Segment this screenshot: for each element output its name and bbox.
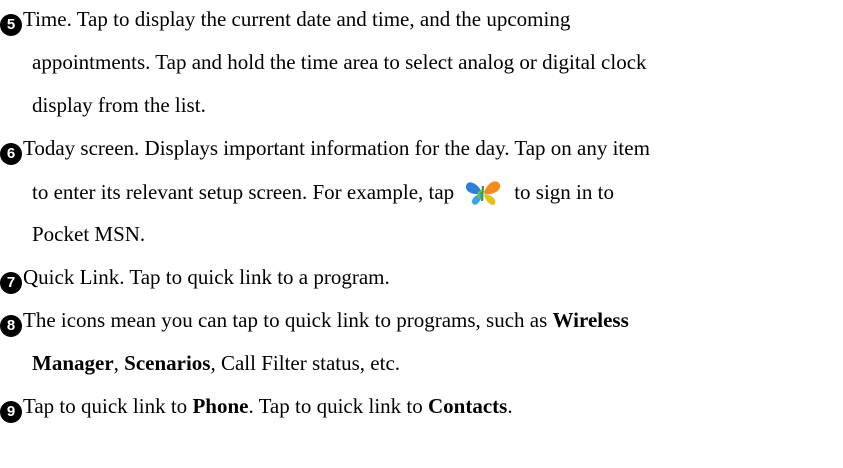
item-number-badge: 7 [0, 272, 22, 294]
item-6-line-3: Pocket MSN. [32, 220, 145, 248]
item-5-text-3: display from the list. [32, 93, 206, 117]
item-8-bold-scenarios: Scenarios [124, 351, 211, 375]
item-8-bold-wireless: Wireless [552, 308, 629, 332]
item-9-bold-phone: Phone [192, 394, 249, 418]
item-8-line-2: Manager, Scenarios, Call Filter status, … [32, 349, 400, 377]
item-8-text-1: The icons mean you can tap to quick link… [23, 308, 553, 332]
item-number-badge: 8 [0, 315, 22, 337]
item-6-text-3: Pocket MSN. [32, 222, 146, 246]
item-6-text-2b: to sign in to [514, 180, 614, 204]
item-9-line-1: 9 Tap to quick link to Phone. Tap to quic… [0, 392, 513, 423]
item-number-badge: 5 [0, 14, 22, 36]
item-9-text-3: . [507, 394, 513, 418]
item-7-line-1: 7 Quick Link. Tap to quick link to a prog… [0, 263, 390, 294]
item-number-badge: 9 [0, 401, 22, 423]
item-6-line-2: to enter its relevant setup screen. For … [32, 177, 614, 207]
item-5-text-2: appointments. Tap and hold the time area… [32, 50, 647, 74]
item-5-line-3: display from the list. [32, 91, 206, 119]
item-5-line-1: 5 Time. Tap to display the current date a… [0, 5, 570, 36]
item-8-line-1: 8 The icons mean you can tap to quick lin… [0, 306, 629, 337]
document-page: 5 Time. Tap to display the current date a… [0, 0, 843, 468]
item-8-sep: , [113, 351, 125, 375]
item-6-text-2a: to enter its relevant setup screen. For … [32, 180, 455, 204]
item-5-line-2: appointments. Tap and hold the time area… [32, 48, 647, 76]
item-5-text-1: Time. Tap to display the current date an… [23, 7, 571, 31]
item-6-line-1: 6 Today screen. Displays important inform… [0, 134, 650, 165]
item-8-text-2: , Call Filter status, etc. [210, 351, 401, 375]
item-9-text-1: Tap to quick link to [23, 394, 193, 418]
item-9-bold-contacts: Contacts [428, 394, 508, 418]
item-8-bold-manager: Manager [32, 351, 114, 375]
item-6-text-1: Today screen. Displays important informa… [23, 136, 650, 160]
msn-butterfly-icon [466, 181, 501, 205]
item-7-text: Quick Link. Tap to quick link to a progr… [23, 265, 390, 289]
item-number-badge: 6 [0, 143, 22, 165]
item-9-text-2: . Tap to quick link to [248, 394, 428, 418]
